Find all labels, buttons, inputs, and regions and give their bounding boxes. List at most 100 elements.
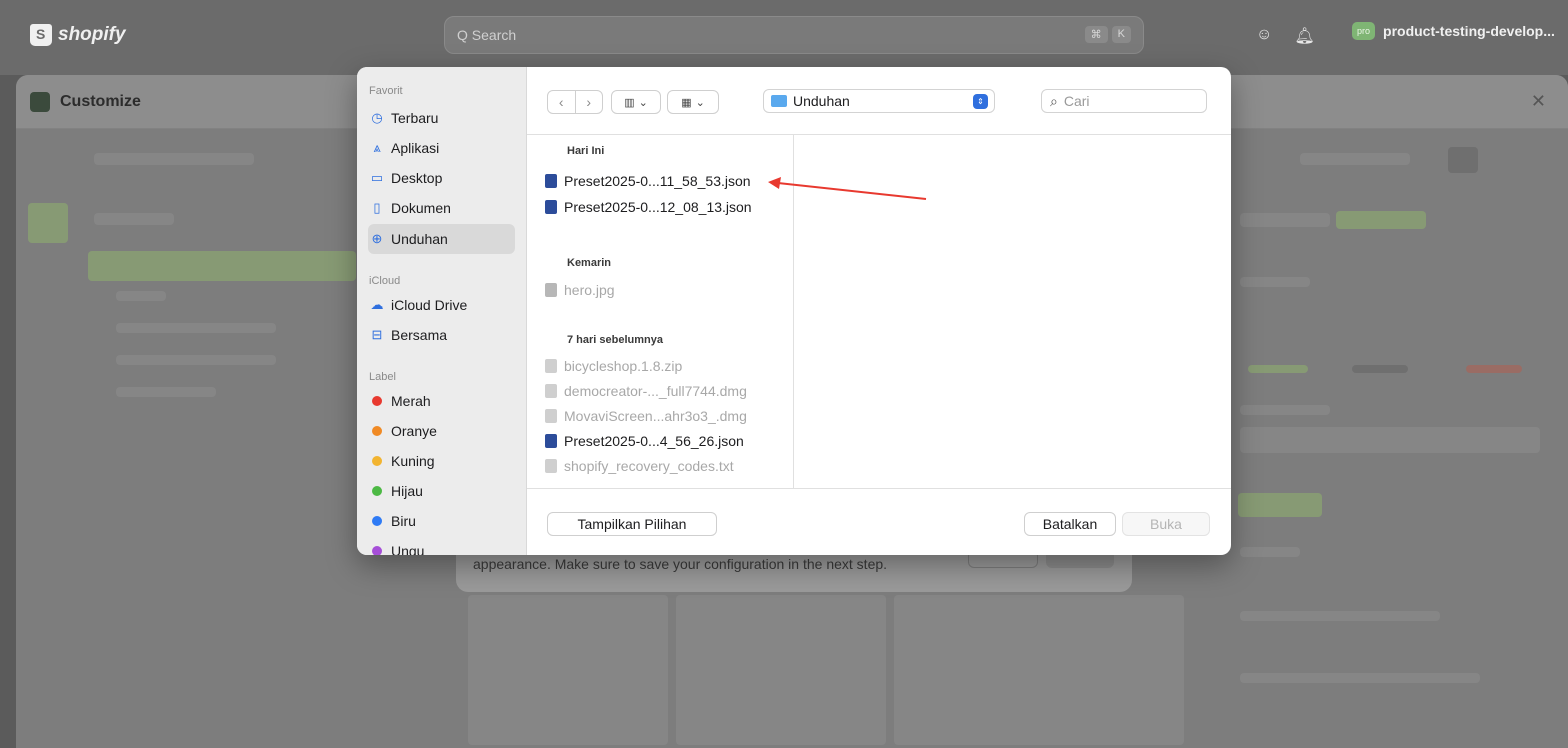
- brand-name: shopify: [58, 24, 126, 45]
- group-label-yesterday: Kemarin: [567, 257, 612, 269]
- json-file-icon: [545, 174, 557, 188]
- file-row[interactable]: Preset2025-0...11_58_53.json: [545, 170, 751, 192]
- file-dialog-footer: Tampilkan Pilihan Batalkan Buka: [527, 488, 1231, 555]
- group-view-button[interactable]: ▦ ⌄: [667, 90, 719, 114]
- sidekick-icon[interactable]: ☺: [1256, 26, 1272, 46]
- image-file-icon: [545, 283, 557, 297]
- sidebar-item-recents[interactable]: ◷ Terbaru: [369, 103, 515, 133]
- blurred-text: [116, 355, 276, 365]
- blurred-badge: [1336, 211, 1426, 229]
- tag-dot-icon: [372, 426, 382, 436]
- text-file-icon: [545, 459, 557, 473]
- blurred-swatch: [1352, 365, 1408, 373]
- search-icon: ⌕: [1050, 92, 1058, 109]
- open-button[interactable]: Buka: [1122, 512, 1210, 536]
- tag-dot-icon: [372, 456, 382, 466]
- search-shortcut: ⌘ K: [1084, 26, 1131, 43]
- sidebar-item-label: Dokumen: [391, 200, 451, 216]
- chevron-right-icon[interactable]: ›: [574, 91, 603, 113]
- location-popup[interactable]: Unduhan ⇕: [763, 89, 995, 113]
- k-key: K: [1111, 26, 1131, 43]
- blurred-product-card: [468, 595, 668, 745]
- show-options-button[interactable]: Tampilkan Pilihan: [547, 512, 717, 536]
- sidebar-tag-purple[interactable]: Ungu: [369, 536, 515, 555]
- blurred-button: [1448, 147, 1478, 173]
- sidebar-tag-orange[interactable]: Oranye: [369, 416, 515, 446]
- file-name: Preset2025-0...4_56_26.json: [564, 433, 744, 449]
- blurred-input: [1240, 427, 1540, 453]
- blurred-text: [94, 153, 254, 165]
- cloud-icon: ☁︎: [370, 297, 384, 312]
- sidebar-tag-yellow[interactable]: Kuning: [369, 446, 515, 476]
- blurred-text: [1240, 611, 1440, 621]
- file-row: democreator-..._full7744.dmg: [545, 380, 747, 402]
- blurred-swatch: [1248, 365, 1308, 373]
- file-name: Preset2025-0...11_58_53.json: [564, 173, 751, 189]
- file-name: shopify_recovery_codes.txt: [564, 458, 734, 474]
- chevron-left-icon[interactable]: ‹: [548, 91, 575, 113]
- file-dialog-sidebar: Favorit ◷ Terbaru ⩓ Aplikasi ▭ Desktop ▯…: [357, 67, 527, 555]
- blurred-text: [1240, 277, 1310, 287]
- blurred-text: [1240, 405, 1330, 415]
- sidebar-item-downloads[interactable]: ⊕ Unduhan: [368, 224, 515, 254]
- sidebar-item-label: Merah: [391, 393, 431, 409]
- sidebar-item-label: Desktop: [391, 170, 443, 186]
- file-name: bicycleshop.1.8.zip: [564, 358, 683, 374]
- cancel-button[interactable]: Batalkan: [1024, 512, 1116, 536]
- clock-icon: ◷: [371, 110, 383, 125]
- file-preview-area: [794, 135, 1231, 489]
- blurred-tree-item: [88, 251, 356, 281]
- download-icon: ⊕: [371, 231, 383, 246]
- sidebar-item-applications[interactable]: ⩓ Aplikasi: [369, 133, 515, 163]
- zip-file-icon: [545, 359, 557, 373]
- file-dialog-toolbar: ‹ › ▥ ⌄ ▦ ⌄ Unduhan ⇕ ⌕ Cari: [527, 67, 1231, 135]
- file-row: MovaviScreen...ahr3o3_.dmg: [545, 405, 747, 427]
- sidebar-item-label: Ungu: [391, 543, 425, 555]
- document-icon: ▯: [373, 200, 381, 215]
- chevron-down-icon: ⌄: [695, 96, 705, 109]
- customize-title: Customize: [60, 92, 141, 110]
- sidebar-tag-blue[interactable]: Biru: [369, 506, 515, 536]
- sidebar-item-icloud-drive[interactable]: ☁︎ iCloud Drive: [369, 290, 515, 320]
- store-badge: pro: [1352, 22, 1376, 40]
- file-name: Preset2025-0...12_08_13.json: [564, 199, 752, 215]
- cmd-key: ⌘: [1084, 26, 1108, 43]
- sidebar-item-label: Kuning: [391, 453, 435, 469]
- tag-dot-icon: [372, 486, 382, 496]
- sidebar-item-label: Hijau: [391, 483, 423, 499]
- nav-back-forward: ‹ ›: [547, 90, 603, 114]
- sidebar-tag-red[interactable]: Merah: [369, 386, 515, 416]
- chevron-down-icon: ⌄: [638, 96, 648, 109]
- topbar-icons: ☺ 🔔︎: [1256, 26, 1315, 46]
- tag-dot-icon: [372, 516, 382, 526]
- global-search-input[interactable]: Q Search ⌘ K: [444, 16, 1144, 54]
- folder-icon: [771, 95, 787, 107]
- file-row[interactable]: Preset2025-0...4_56_26.json: [545, 430, 744, 452]
- file-search-input[interactable]: ⌕ Cari: [1041, 89, 1207, 113]
- shopify-logo[interactable]: shopify: [30, 24, 126, 46]
- sidebar-item-label: iCloud Drive: [391, 297, 468, 313]
- column-view-button[interactable]: ▥ ⌄: [611, 90, 661, 114]
- file-open-dialog: Favorit ◷ Terbaru ⩓ Aplikasi ▭ Desktop ▯…: [357, 67, 1231, 555]
- blurred-swatch: [1466, 365, 1522, 373]
- blurred-text: [116, 323, 276, 333]
- sidebar-item-label: Terbaru: [391, 110, 439, 126]
- store-switcher[interactable]: pro product-testing-develop...: [1352, 22, 1555, 40]
- shopify-bag-icon: [30, 24, 52, 46]
- sidebar-item-documents[interactable]: ▯ Dokumen: [369, 193, 515, 223]
- file-list: Hari Ini Preset2025-0...11_58_53.json Pr…: [527, 135, 794, 489]
- bell-icon[interactable]: 🔔︎: [1294, 26, 1314, 46]
- group-label-last-week: 7 hari sebelumnya: [567, 334, 663, 346]
- blurred-text: [116, 291, 166, 301]
- dmg-file-icon: [545, 409, 557, 423]
- blurred-text: [1300, 153, 1410, 165]
- file-search-placeholder: Cari: [1063, 93, 1090, 109]
- dialog-description: appearance. Make sure to save your confi…: [473, 556, 888, 572]
- sidebar-item-desktop[interactable]: ▭ Desktop: [369, 163, 515, 193]
- sidebar-item-shared[interactable]: ⊟ Bersama: [369, 320, 515, 350]
- file-row[interactable]: Preset2025-0...12_08_13.json: [545, 196, 752, 218]
- close-icon[interactable]: ✕: [1531, 91, 1546, 112]
- sidebar-tag-green[interactable]: Hijau: [369, 476, 515, 506]
- blurred-text: [1240, 213, 1330, 227]
- blurred-product-card: [676, 595, 886, 745]
